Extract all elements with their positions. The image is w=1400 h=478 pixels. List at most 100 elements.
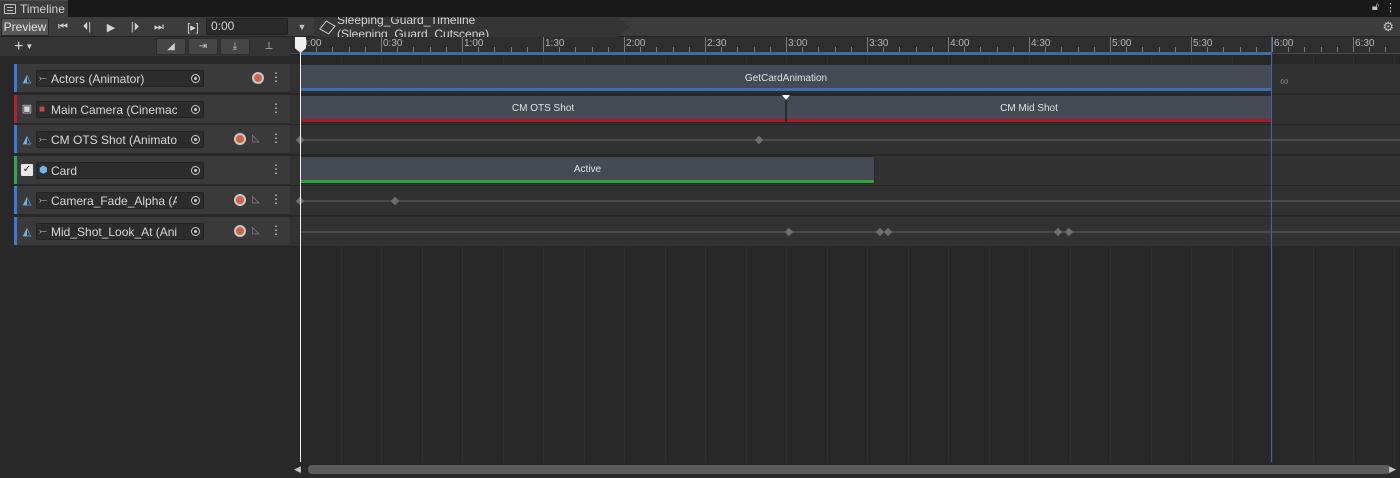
timeline-clip[interactable]: Active: [300, 155, 875, 184]
lock-icon[interactable]: 🔓︎: [1372, 1, 1379, 14]
scroll-right-arrow-icon[interactable]: ▶: [1389, 464, 1396, 475]
timeline-toolbar: Preview ⏮ ⏴︎| ▶ |⏵︎ ⏭ [▸] 0:00 ▼ Sleepin…: [0, 17, 1400, 37]
track-name: CM OTS Shot (Animator: [51, 133, 177, 148]
horizontal-scrollbar[interactable]: ◀ ▶: [290, 462, 1400, 478]
frame-range-toggle[interactable]: [▸]: [182, 19, 204, 35]
track-header[interactable]: ◭ ⤚ Actors (Animator) ⋮: [14, 64, 290, 93]
track-menu-icon[interactable]: ⋮: [270, 132, 282, 146]
gameobject-icon: ⬢: [39, 164, 48, 176]
track-row[interactable]: [290, 217, 1400, 247]
scrollbar-thumb[interactable]: [308, 465, 1390, 474]
clip-label: CM Mid Shot: [1000, 103, 1058, 115]
preview-button[interactable]: Preview: [1, 18, 49, 36]
keyframe-diamond[interactable]: [390, 197, 400, 206]
object-picker-icon[interactable]: [191, 104, 200, 114]
track-binding-field[interactable]: ⤚ Actors (Animator): [36, 70, 204, 87]
ruler-major-tick: [624, 37, 625, 52]
keyframe-diamond[interactable]: [784, 227, 794, 237]
activation-checkbox-icon[interactable]: ✓: [20, 163, 34, 176]
ruler-tick-label: 3:00: [788, 38, 808, 49]
go-to-start-icon[interactable]: ⏮: [52, 19, 74, 35]
timeline-clip[interactable]: GetCardAnimation: [300, 64, 1272, 92]
track-binding-field[interactable]: ⬢ Card: [36, 161, 204, 179]
track-header[interactable]: ◭ ⤚ Camera_Fade_Alpha (An ◺ ⋮: [14, 186, 290, 216]
timeline-clip[interactable]: CM OTS Shot: [300, 94, 786, 123]
timeline-tracks-area[interactable]: 0:00 0:30 1:00 1:30 2:00 2:30 3:00 3:30 4:00 4:30…: [290, 37, 1400, 478]
ruler-tick-label: 6:30: [1355, 38, 1375, 49]
ruler-major-tick: [705, 37, 706, 52]
track-header[interactable]: ◭ ⤚ Mid_Shot_Look_At (Anin ◺ ⋮: [14, 217, 290, 246]
keyframe-diamond[interactable]: [754, 135, 764, 145]
record-button[interactable]: [234, 133, 246, 146]
play-icon[interactable]: ▶: [100, 19, 122, 35]
track-binding-field[interactable]: ⤚ CM OTS Shot (Animator: [36, 131, 204, 149]
track-color-bar: [14, 155, 17, 184]
track-color-bar: [14, 64, 17, 92]
track-row[interactable]: [290, 186, 1400, 217]
timeline-end-marker[interactable]: [1271, 37, 1272, 469]
track-row[interactable]: CM OTS Shot CM Mid Shot: [290, 94, 1400, 125]
ruler-major-tick: [543, 37, 544, 52]
animator-icon: ⤚: [39, 195, 47, 207]
keyframe-diamond[interactable]: [1064, 227, 1074, 237]
chevron-down-icon[interactable]: ▼: [292, 18, 312, 36]
track-binding-field[interactable]: ⤚ Camera_Fade_Alpha (An: [36, 192, 204, 210]
go-to-end-icon[interactable]: ⏭: [148, 19, 170, 35]
curves-toggle-icon[interactable]: ◺: [252, 194, 264, 206]
object-picker-icon[interactable]: [191, 196, 200, 206]
object-picker-icon[interactable]: [191, 165, 200, 175]
track-color-bar: [14, 217, 17, 245]
track-header[interactable]: ▣ ■ Main Camera (Cinemac ⋮: [14, 94, 290, 124]
scroll-left-arrow-icon[interactable]: ◀: [294, 464, 301, 475]
curves-toggle-icon[interactable]: ◺: [252, 225, 264, 237]
gear-icon[interactable]: ⚙: [1382, 19, 1394, 35]
track-menu-icon[interactable]: ⋮: [270, 71, 282, 85]
window-tab-bar: Timeline 🔓︎ ⋮: [0, 0, 1400, 17]
track-name: Main Camera (Cinemac: [51, 102, 177, 117]
track-menu-icon[interactable]: ⋮: [270, 163, 282, 177]
object-picker-icon[interactable]: [191, 74, 200, 83]
animation-track-icon: ◭: [22, 225, 32, 238]
loop-icon: ∞: [1280, 74, 1289, 88]
ruler-tick-label: 4:00: [950, 38, 970, 49]
track-header[interactable]: ✓ ⬢ Card ⋮: [14, 155, 290, 185]
track-name: Card: [51, 163, 78, 178]
track-row[interactable]: Active: [290, 155, 1400, 186]
track-row[interactable]: [290, 125, 1400, 156]
animator-icon: ⤚: [39, 226, 47, 237]
timeline-clip[interactable]: CM Mid Shot: [786, 94, 1272, 123]
snap-toggle-icon[interactable]: ◢: [156, 38, 186, 55]
pin-icon[interactable]: ⊥: [254, 38, 284, 55]
timeline-window-tab[interactable]: Timeline: [0, 0, 68, 17]
track-menu-icon[interactable]: ⋮: [270, 102, 282, 116]
playhead-line[interactable]: [300, 37, 301, 469]
track-binding-field[interactable]: ■ Main Camera (Cinemac: [36, 100, 204, 118]
next-frame-icon[interactable]: |⏵︎: [124, 19, 146, 35]
object-picker-icon[interactable]: [191, 135, 200, 145]
add-track-button[interactable]: + ▼: [14, 38, 46, 55]
record-button[interactable]: [234, 194, 246, 207]
track-binding-field[interactable]: ⤚ Mid_Shot_Look_At (Anin: [36, 223, 204, 240]
record-button[interactable]: [252, 72, 264, 84]
timeline-asset-icon: [319, 19, 336, 35]
ruler-tick-label: 5:30: [1193, 38, 1213, 49]
breadcrumb[interactable]: Sleeping_Guard_Timeline (Sleeping_Guard_…: [314, 17, 630, 37]
track-row[interactable]: GetCardAnimation: [290, 64, 1400, 94]
track-menu-icon[interactable]: ⋮: [270, 224, 282, 238]
ripple-mode-icon[interactable]: ⇥: [188, 38, 218, 55]
timeline-window-icon: [4, 4, 16, 14]
ruler-major-tick: [462, 37, 463, 52]
previous-frame-icon[interactable]: ⏴︎|: [76, 19, 98, 35]
window-menu-icon[interactable]: ⋮: [1385, 1, 1396, 14]
keyframe-diamond[interactable]: [1053, 227, 1063, 237]
track-header[interactable]: ◭ ⤚ CM OTS Shot (Animator ◺ ⋮: [14, 125, 290, 155]
track-menu-icon[interactable]: ⋮: [270, 193, 282, 207]
record-button[interactable]: [234, 225, 246, 237]
curves-toggle-icon[interactable]: ◺: [252, 133, 264, 145]
keyframe-diamond[interactable]: [883, 227, 893, 237]
current-time-field[interactable]: 0:00: [206, 18, 288, 35]
ruler-tick-label: 3:30: [869, 38, 889, 49]
edit-mode-icon[interactable]: ⤓: [220, 38, 250, 55]
object-picker-icon[interactable]: [191, 227, 200, 236]
ruler-tick-label: 0:30: [383, 38, 403, 49]
